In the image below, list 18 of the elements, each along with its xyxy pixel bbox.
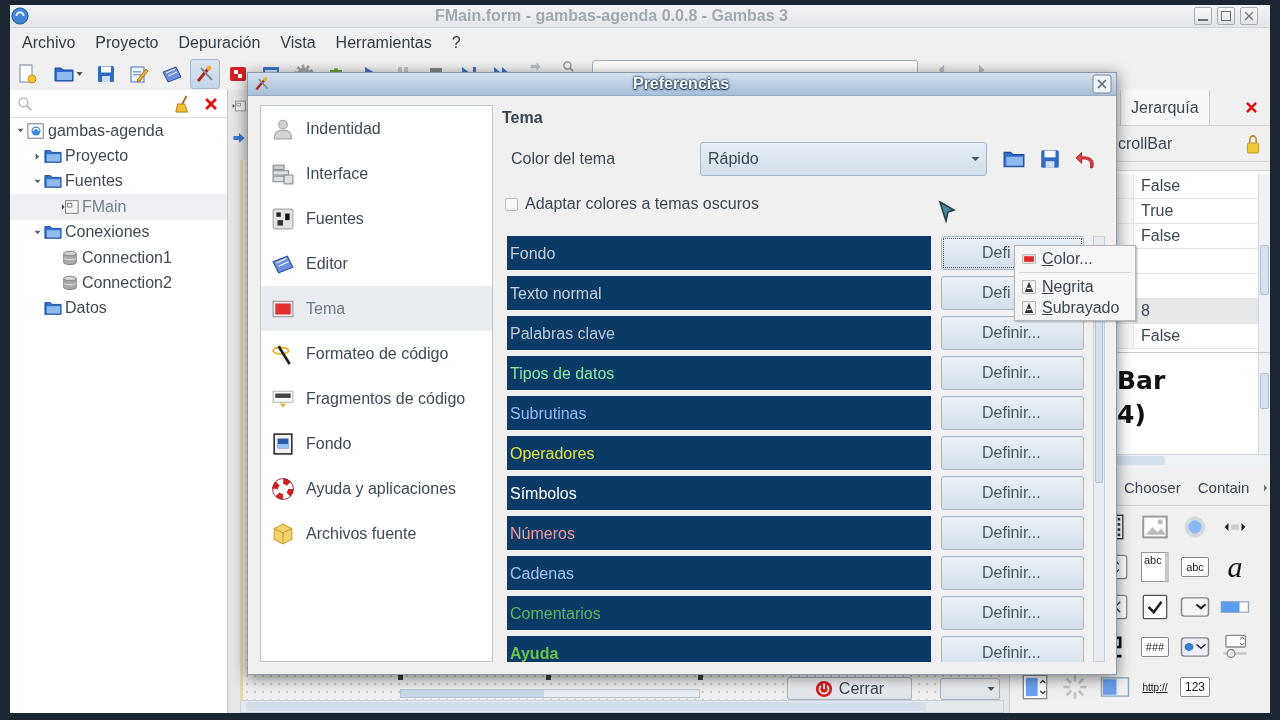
- window-title: FMain.form - gambas-agenda 0.0.8 - Gambas 3: [434, 7, 789, 25]
- preview-text: Bar: [1117, 365, 1166, 397]
- field-label: Color del tema: [510, 150, 617, 168]
- style-name: Símbolos: [510, 483, 577, 503]
- object-name: crollBar: [1118, 134, 1173, 153]
- style-name: Tipos de datos: [510, 363, 615, 383]
- section-heading: Tema: [501, 108, 543, 128]
- style-name: Texto normal: [510, 283, 602, 303]
- style-name: Comentarios: [510, 603, 601, 623]
- style-name: Subrutinas: [510, 403, 587, 423]
- style-name: Números: [510, 523, 575, 543]
- style-name: Cadenas: [510, 563, 575, 583]
- style-name: Ayuda: [510, 643, 559, 662]
- style-name: Palabras clave: [510, 323, 615, 343]
- style-name: Operadores: [510, 443, 595, 463]
- preview-text: 4): [1117, 399, 1146, 431]
- style-name: Fondo: [510, 243, 556, 263]
- dialog-title: Preferencias: [631, 75, 731, 93]
